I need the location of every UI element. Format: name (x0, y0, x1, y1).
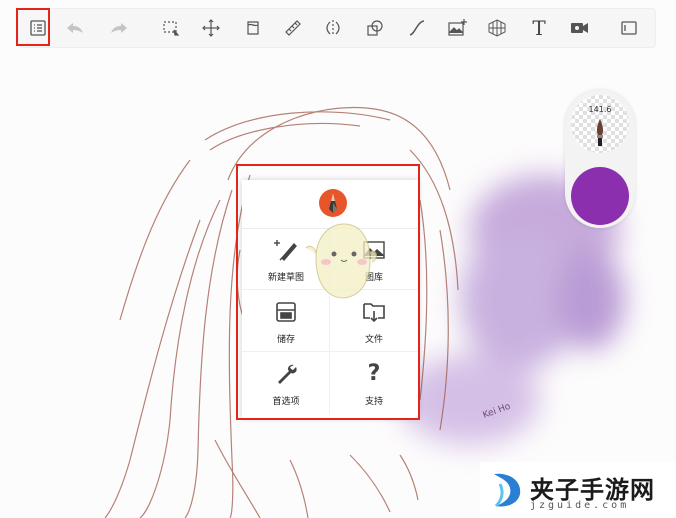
text-icon[interactable]: T (525, 15, 553, 41)
brush-size-control[interactable]: 141.6 (571, 95, 629, 153)
site-watermark: 夹子手游网 jzguide.com (480, 462, 676, 518)
import-image-icon[interactable] (443, 15, 471, 41)
highlight-layer-list (16, 8, 50, 46)
watermark-url: jzguide.com (530, 500, 630, 511)
brush-color-widget: 141.6 (565, 90, 635, 228)
mascot-overlay (305, 223, 377, 299)
undo-icon[interactable] (61, 15, 89, 41)
main-toolbar: T (18, 8, 656, 48)
record-icon[interactable] (565, 15, 593, 41)
selection-icon[interactable] (157, 15, 185, 41)
symmetry-icon[interactable] (319, 15, 347, 41)
color-swatch[interactable] (571, 167, 629, 225)
shape-icon[interactable] (361, 15, 389, 41)
perspective-icon[interactable] (483, 15, 511, 41)
fill-icon[interactable] (239, 15, 267, 41)
ruler-icon[interactable] (279, 15, 307, 41)
watermark-logo (494, 473, 521, 508)
fullscreen-icon[interactable] (615, 15, 643, 41)
move-icon[interactable] (197, 15, 225, 41)
curve-icon[interactable] (403, 15, 431, 41)
brush-tip-icon (596, 119, 604, 146)
brush-size-value: 141.6 (588, 105, 612, 114)
redo-icon[interactable] (105, 15, 133, 41)
